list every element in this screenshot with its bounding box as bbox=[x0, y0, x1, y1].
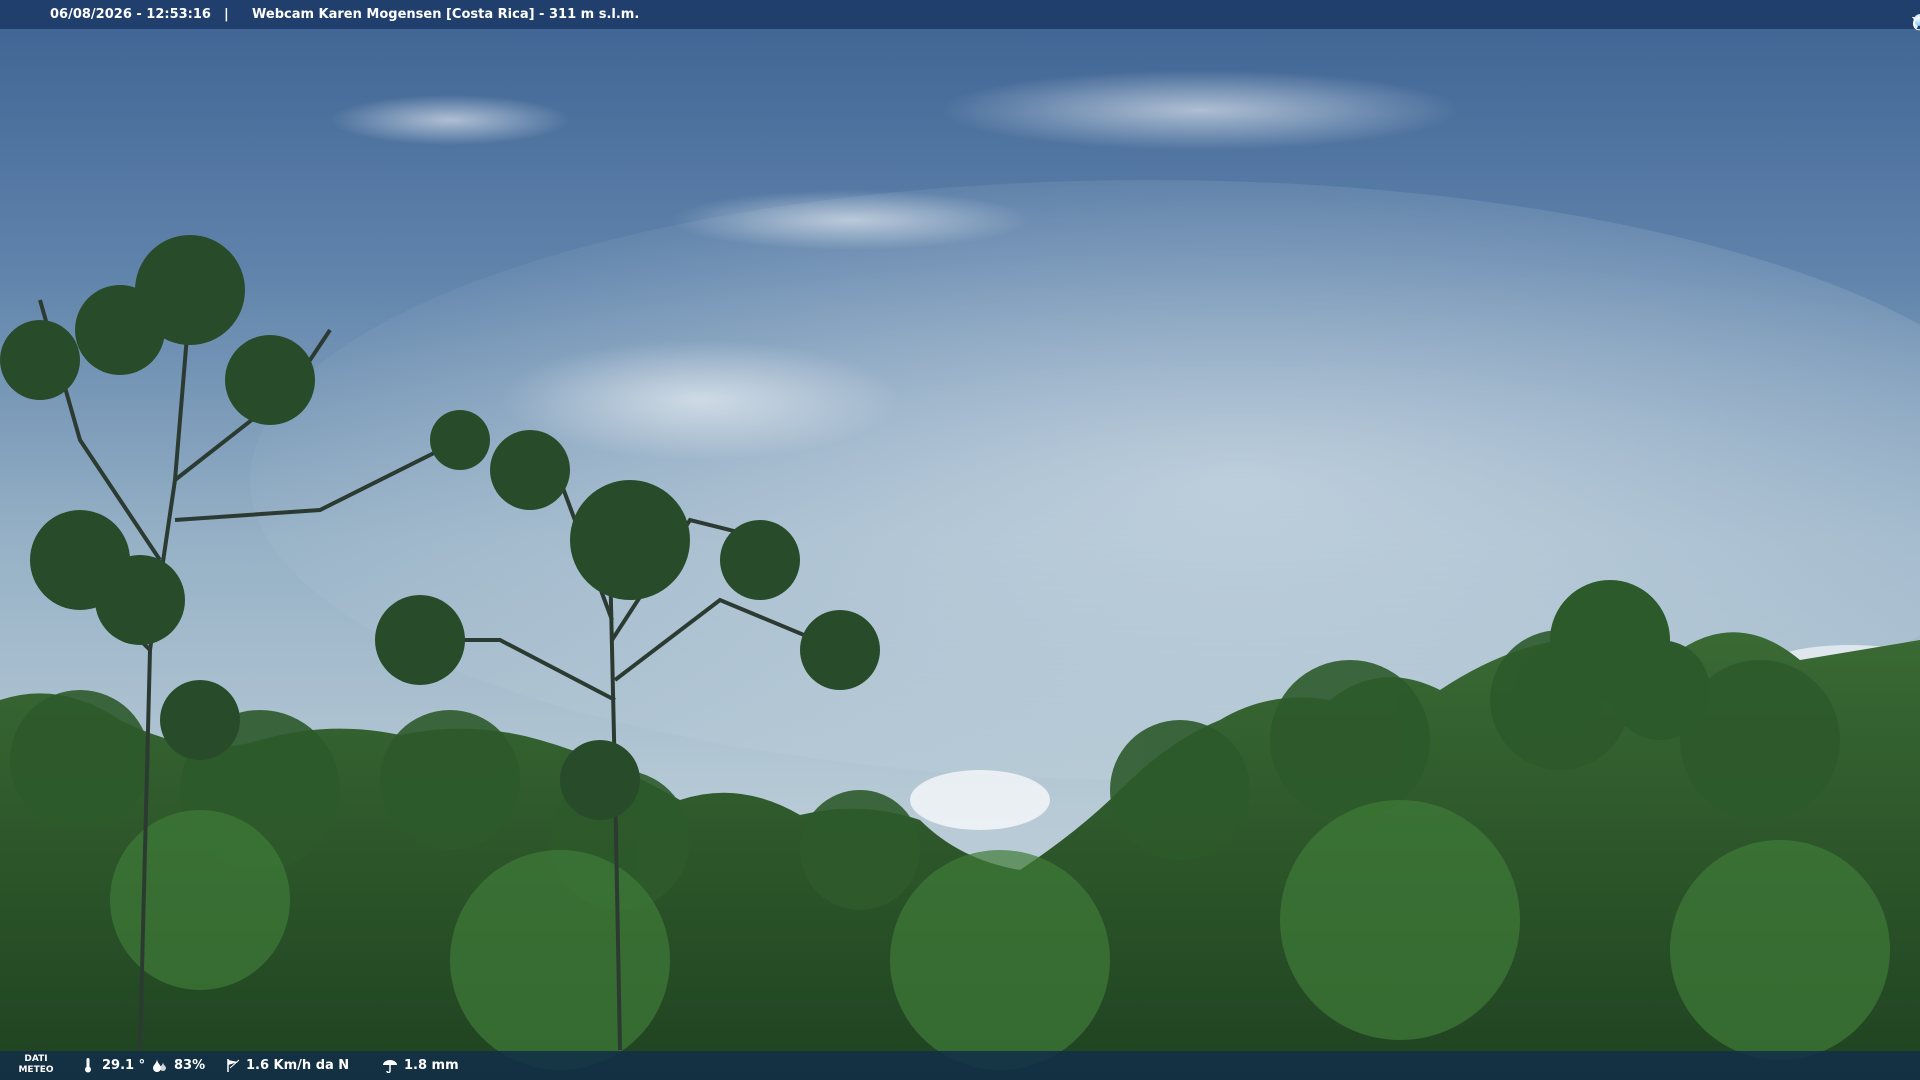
weather-data-label: DATI METEO bbox=[18, 1054, 54, 1076]
wind-value: 1.6 Km/h da N bbox=[246, 1057, 350, 1073]
brand-word-cam: Cam bbox=[1912, 14, 1920, 35]
webcam-image bbox=[0, 0, 1920, 1080]
rain-readout: 1.8 mm bbox=[382, 1057, 459, 1073]
header-separator: | bbox=[224, 7, 229, 22]
humidity-icon bbox=[153, 1059, 166, 1072]
label-line-2: METEO bbox=[18, 1065, 54, 1075]
weather-data-bar: DATI METEO 29.1 ° 83% 1.6 Km/h da N 1.8 … bbox=[0, 1051, 1920, 1080]
rain-value: 1.8 mm bbox=[404, 1057, 459, 1073]
header-bar: 06/08/2026 - 12:53:16 | Webcam Karen Mog… bbox=[0, 0, 1920, 35]
humidity-readout: 83% bbox=[152, 1057, 205, 1073]
temperature-readout: 29.1 ° bbox=[80, 1057, 145, 1073]
label-line-1: DATI bbox=[24, 1054, 48, 1064]
thermometer-icon bbox=[85, 1058, 91, 1073]
humidity-value: 83% bbox=[174, 1057, 206, 1073]
wind-icon bbox=[227, 1059, 240, 1072]
temperature-value: 29.1 ° bbox=[102, 1057, 146, 1073]
webcam-title: Webcam Karen Mogensen [Costa Rica] - 311… bbox=[252, 7, 640, 22]
wind-readout: 1.6 Km/h da N bbox=[224, 1057, 349, 1073]
rain-icon bbox=[383, 1060, 397, 1073]
datetime-text: 06/08/2026 - 12:53:16 bbox=[50, 7, 211, 22]
